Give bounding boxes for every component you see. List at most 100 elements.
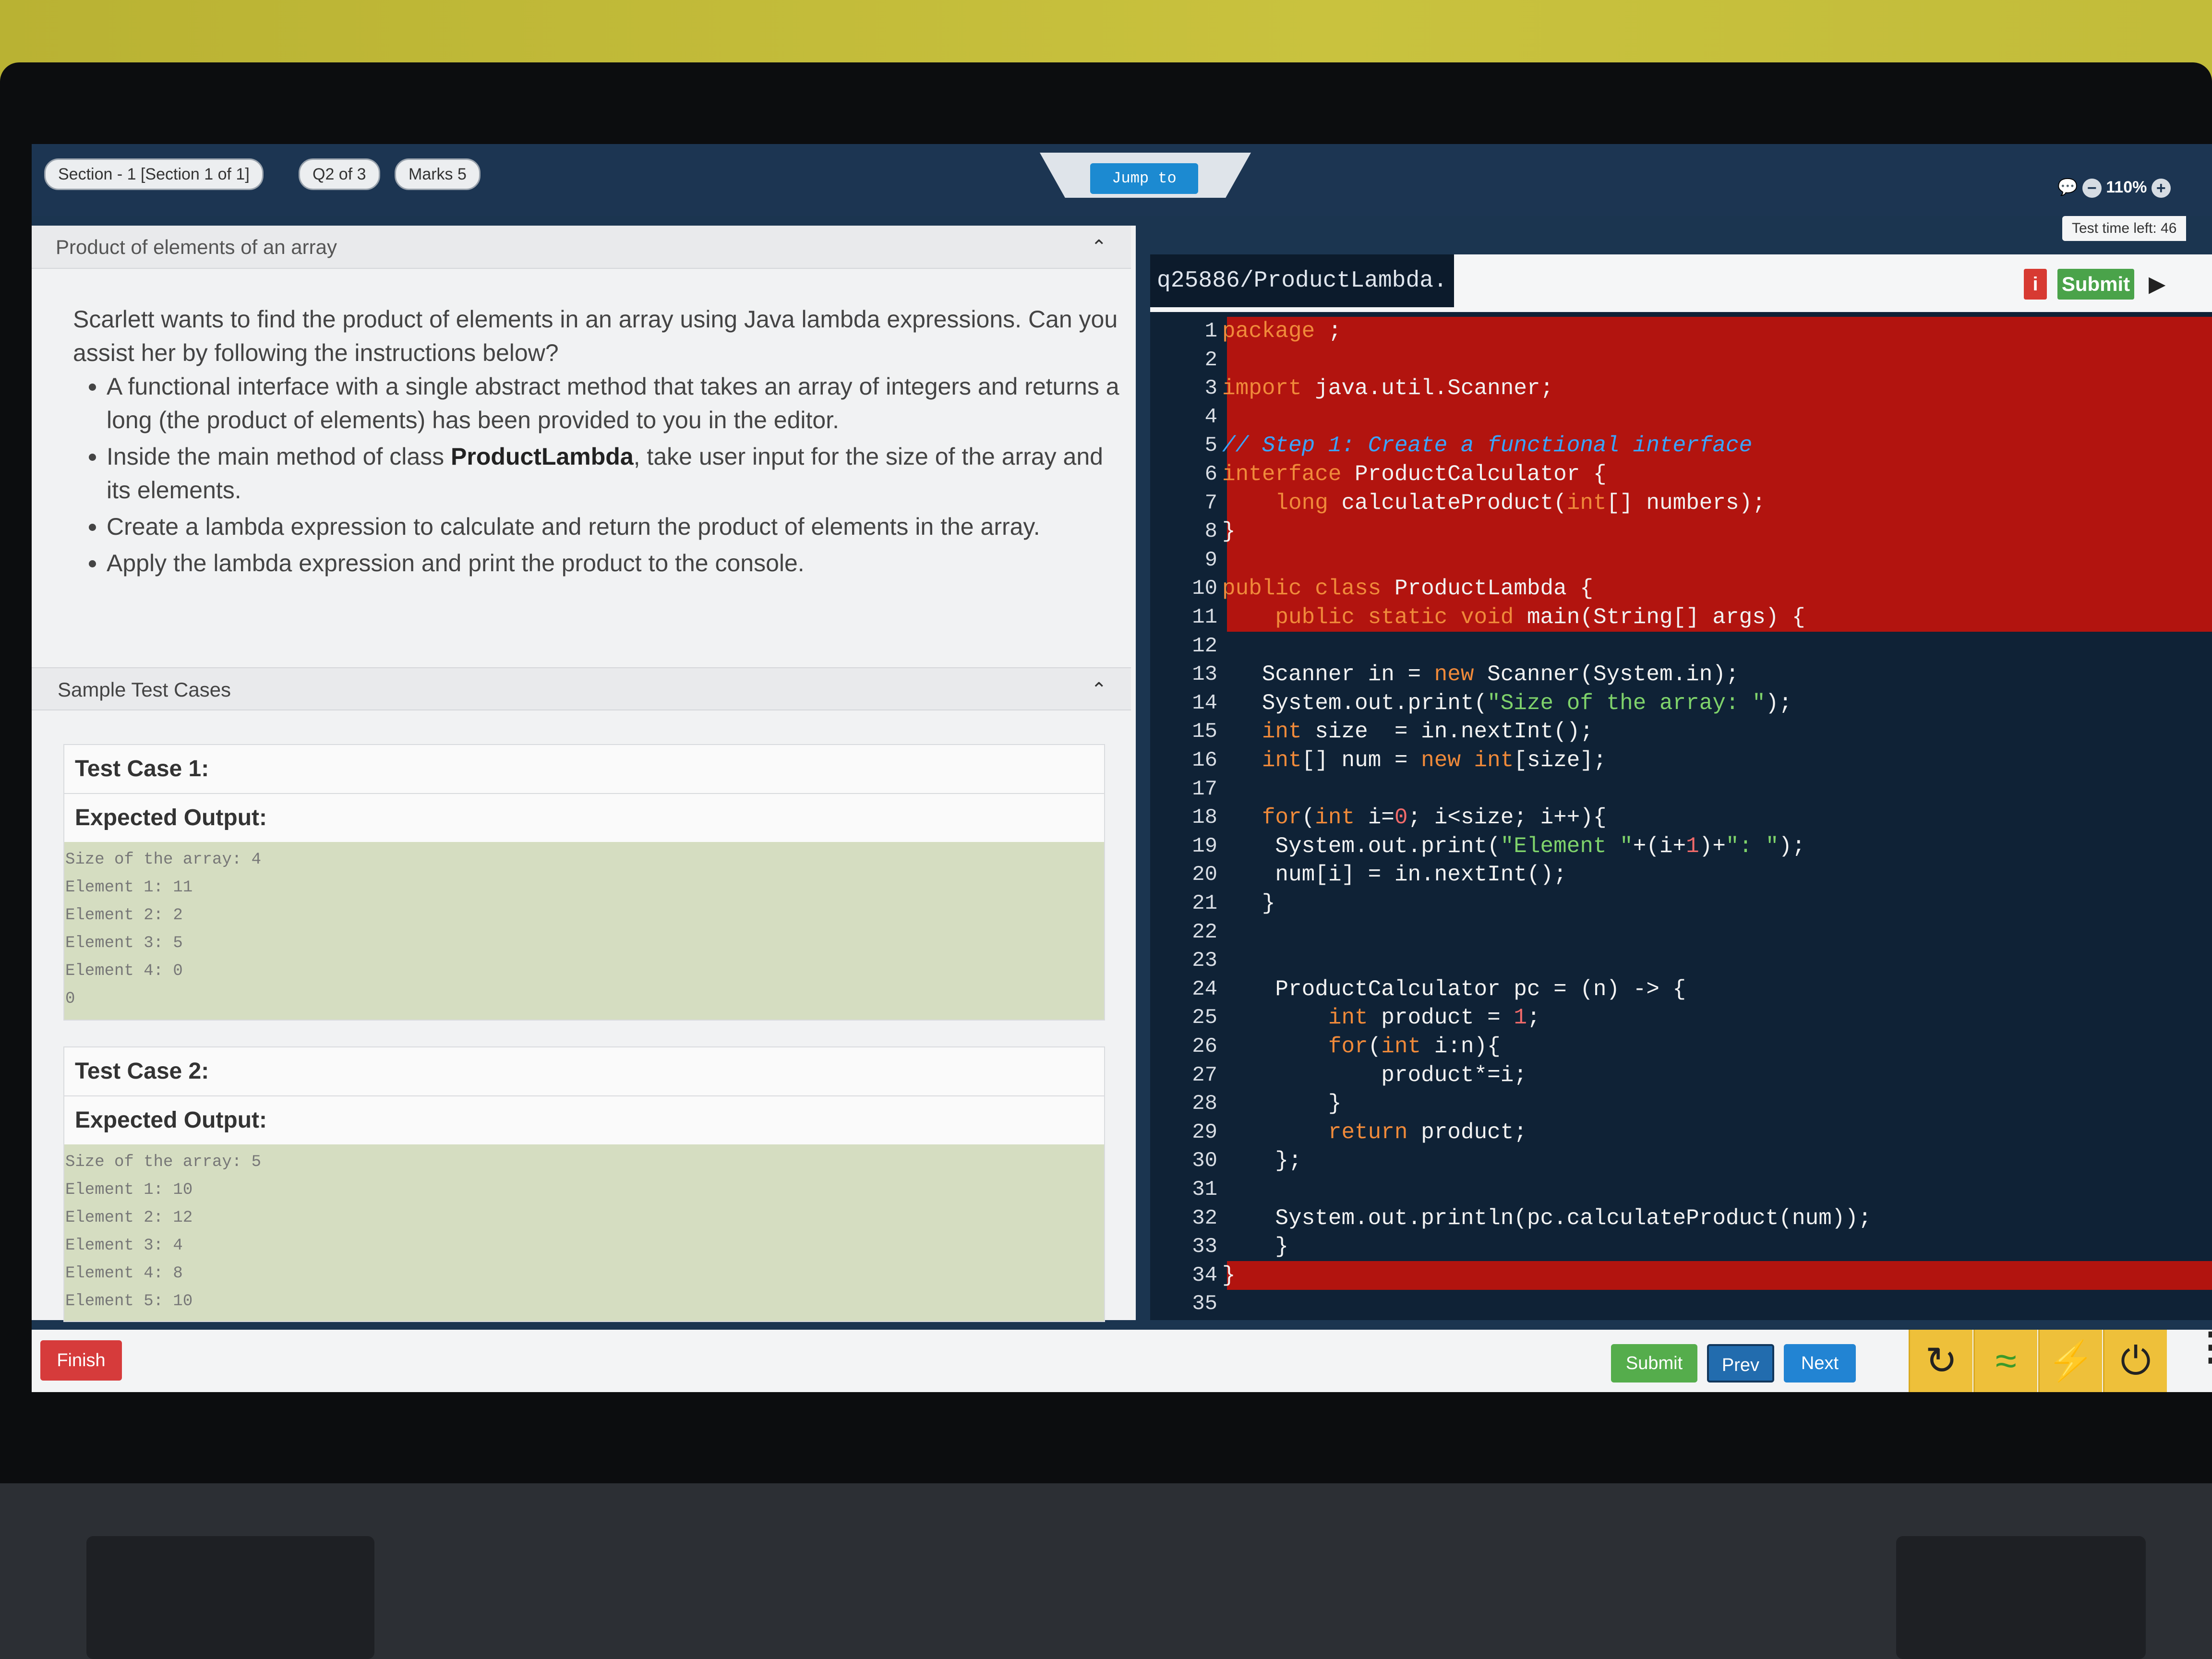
prev-button[interactable]: Prev	[1707, 1344, 1774, 1382]
code-line[interactable]: 23	[1150, 946, 2212, 975]
line-number: 25	[1192, 1006, 1217, 1030]
code-line[interactable]: 25 int product = 1;	[1150, 1003, 2212, 1032]
code-line[interactable]: 9	[1150, 545, 2212, 575]
code-line[interactable]: 6 interface ProductCalculator {	[1150, 460, 2212, 489]
question-panel: Product of elements of an array ⌃ Scarle…	[32, 226, 1136, 1322]
code-line[interactable]: 22	[1150, 918, 2212, 947]
code-line[interactable]: 15 int size = in.nextInt();	[1150, 717, 2212, 746]
zoom-control: 💬 − 110% +	[2057, 178, 2171, 198]
hinge-left	[86, 1536, 374, 1659]
code-line[interactable]: 4	[1150, 402, 2212, 432]
code-text: }	[1222, 1091, 1342, 1117]
line-number: 2	[1204, 348, 1217, 372]
section-pill[interactable]: Section - 1 [Section 1 of 1]	[44, 158, 264, 190]
line-number: 6	[1204, 462, 1217, 486]
collapse-icon[interactable]: ⌃	[1091, 668, 1107, 711]
code-line[interactable]: 16 int[] num = new int[size];	[1150, 746, 2212, 775]
line-number: 13	[1192, 662, 1217, 687]
chat-icon[interactable]: 💬	[2057, 178, 2078, 196]
power-icon[interactable]: ⏻	[2103, 1330, 2167, 1392]
line-number: 27	[1192, 1063, 1217, 1087]
code-line[interactable]: 34}	[1150, 1261, 2212, 1290]
line-number: 5	[1204, 433, 1217, 458]
code-line[interactable]: 29 return product;	[1150, 1118, 2212, 1147]
code-line[interactable]: 12	[1150, 632, 2212, 661]
line-number: 14	[1192, 691, 1217, 715]
code-line[interactable]: 11 public static void main(String[] args…	[1150, 603, 2212, 632]
code-text: int size = in.nextInt();	[1262, 719, 1593, 745]
code-line[interactable]: 8}	[1150, 517, 2212, 546]
line-number: 22	[1192, 920, 1217, 944]
finish-button[interactable]: Finish	[40, 1340, 122, 1381]
line-number: 8	[1204, 519, 1217, 544]
instruction-item: Apply the lambda expression and print th…	[107, 546, 1129, 580]
code-text: // Step 1: Create a functional interface	[1222, 433, 1753, 458]
code-text: product*=i;	[1222, 1062, 1527, 1088]
code-line[interactable]: 3 import java.util.Scanner;	[1150, 374, 2212, 403]
code-line[interactable]: 21 }	[1150, 889, 2212, 918]
code-text: System.out.print("Element "+(i+1)+": ");	[1222, 833, 1805, 859]
line-number: 19	[1192, 834, 1217, 858]
code-line[interactable]: 7 long calculateProduct(int[] numbers);	[1150, 488, 2212, 517]
next-button[interactable]: Next	[1784, 1344, 1856, 1382]
code-line[interactable]: 24 ProductCalculator pc = (n) -> {	[1150, 975, 2212, 1004]
line-number: 20	[1192, 863, 1217, 887]
code-line[interactable]: 14 System.out.print("Size of the array: …	[1150, 689, 2212, 718]
code-text: long calculateProduct(int[] numbers);	[1275, 490, 1766, 516]
code-line[interactable]: 10 public class ProductLambda {	[1150, 574, 2212, 603]
line-number: 3	[1204, 376, 1217, 401]
code-line[interactable]: 28 }	[1150, 1089, 2212, 1118]
collapse-icon[interactable]: ⌃	[1091, 226, 1107, 269]
code-line[interactable]: 1 package ;	[1150, 317, 2212, 346]
wifi-icon[interactable]: ≈	[1973, 1330, 2037, 1392]
more-icon[interactable]: ⋮	[2192, 1327, 2212, 1366]
run-icon[interactable]: ▶	[2149, 271, 2165, 297]
test-case-1: Test Case 1: Expected Output: Size of th…	[63, 744, 1105, 1021]
refresh-icon[interactable]: ↻	[1909, 1330, 1972, 1392]
editor-submit-button[interactable]: Submit	[2057, 269, 2134, 300]
class-name: ProductLambda	[451, 443, 634, 470]
test-case-title: Test Case 1:	[64, 745, 1104, 794]
jump-to-button[interactable]: Jump to	[1090, 163, 1198, 194]
code-line[interactable]: 27 product*=i;	[1150, 1061, 2212, 1090]
code-editor[interactable]: q25886/ProductLambda. i Submit ▶ 1 packag…	[1150, 254, 2212, 1320]
question-pill[interactable]: Q2 of 3	[299, 158, 380, 190]
error-highlight	[1227, 1261, 2212, 1290]
code-line[interactable]: 35	[1150, 1289, 2212, 1318]
line-number: 7	[1204, 491, 1217, 515]
zoom-in-icon[interactable]: +	[2151, 179, 2171, 198]
question-header[interactable]: Product of elements of an array ⌃	[32, 226, 1131, 269]
code-line[interactable]: 26 for(int i:n){	[1150, 1032, 2212, 1061]
code-text: System.out.println(pc.calculateProduct(n…	[1222, 1205, 1872, 1231]
code-text: }	[1222, 1262, 1236, 1288]
code-line[interactable]: 18 for(int i=0; i<size; i++){	[1150, 803, 2212, 832]
submit-button[interactable]: Submit	[1611, 1344, 1697, 1382]
code-line[interactable]: 33 }	[1150, 1232, 2212, 1261]
code-line[interactable]: 31	[1150, 1175, 2212, 1204]
sample-test-cases-title: Sample Test Cases	[58, 678, 231, 701]
instruction-item: Create a lambda expression to calculate …	[107, 510, 1129, 543]
sample-test-cases-header[interactable]: Sample Test Cases ⌃	[32, 667, 1131, 710]
line-number: 34	[1192, 1263, 1217, 1287]
file-tab[interactable]: q25886/ProductLambda.	[1150, 254, 1454, 307]
code-line[interactable]: 32 System.out.println(pc.calculateProduc…	[1150, 1204, 2212, 1233]
code-line[interactable]: 17	[1150, 775, 2212, 804]
plug-icon[interactable]: ⚡	[2038, 1330, 2102, 1392]
line-number: 17	[1192, 777, 1217, 801]
info-button[interactable]: i	[2024, 269, 2047, 300]
code-text: System.out.print("Size of the array: ");	[1222, 690, 1792, 716]
code-line[interactable]: 19 System.out.print("Element "+(i+1)+": …	[1150, 832, 2212, 861]
question-title: Product of elements of an array	[56, 236, 337, 258]
line-number: 23	[1192, 949, 1217, 973]
code-line[interactable]: 2	[1150, 345, 2212, 374]
instruction-item: Inside the main method of class ProductL…	[107, 440, 1129, 507]
code-line[interactable]: 30 };	[1150, 1146, 2212, 1175]
code-line[interactable]: 5// Step 1: Create a functional interfac…	[1150, 431, 2212, 460]
code-line[interactable]: 20 num[i] = in.nextInt();	[1150, 860, 2212, 889]
code-line[interactable]: 13 Scanner in = new Scanner(System.in);	[1150, 660, 2212, 689]
code-text: interface ProductCalculator {	[1222, 462, 1607, 487]
zoom-out-icon[interactable]: −	[2082, 179, 2102, 198]
code-text: public class ProductLambda {	[1222, 576, 1593, 601]
instruction-item: A functional interface with a single abs…	[107, 370, 1129, 437]
instruction-text: Inside the main method of class	[107, 443, 451, 470]
